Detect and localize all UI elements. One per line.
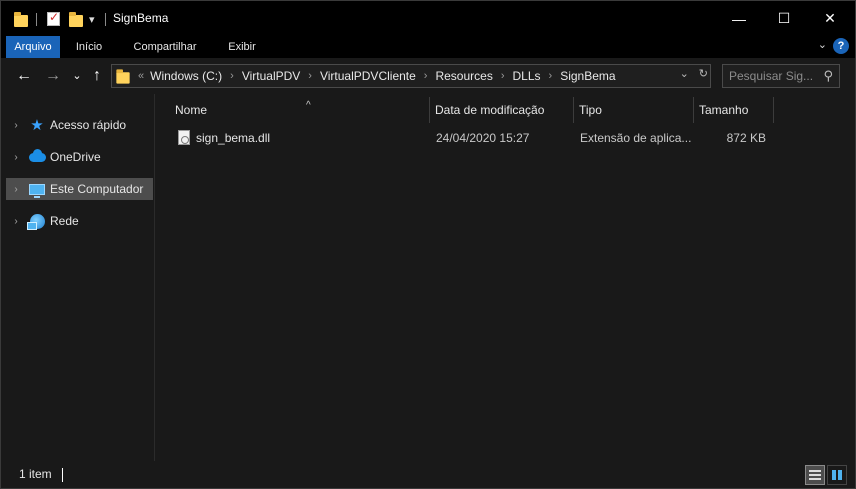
column-divider[interactable] — [773, 97, 774, 123]
tab-exibir[interactable]: Exibir — [217, 36, 267, 58]
explorer-window: ▾ SignBema — ☐ ✕ Arquivo Início Comparti… — [0, 0, 856, 489]
checkmark-icon — [47, 10, 60, 26]
file-row[interactable]: sign_bema.dll 24/04/2020 15:27 Extensão … — [171, 127, 779, 149]
tab-inicio[interactable]: Início — [64, 36, 114, 58]
breadcrumb-windows-c[interactable]: Windows (C:) — [150, 69, 222, 83]
column-header-label: Nome — [175, 103, 208, 117]
breadcrumb-dlls[interactable]: DLLs — [513, 69, 541, 83]
navigation-bar: ← → ⌄ ↑ « Windows (C:) › VirtualPDV › Vi… — [1, 58, 855, 94]
expand-chevron-icon[interactable]: › — [9, 120, 23, 131]
recent-locations-button[interactable]: ⌄ — [67, 67, 87, 85]
computer-icon — [28, 181, 46, 198]
breadcrumb-signbema[interactable]: SignBema — [560, 69, 615, 83]
toolbar-separator — [36, 13, 37, 26]
expand-chevron-icon[interactable]: › — [9, 184, 23, 195]
column-header-name[interactable]: ^ Nome — [169, 97, 429, 123]
details-view-button[interactable] — [805, 465, 825, 485]
network-icon — [26, 213, 46, 230]
folder-icon — [116, 68, 130, 84]
column-header-size[interactable]: Tamanho — [693, 97, 773, 123]
large-icons-view-icon — [832, 470, 842, 480]
sidebar-item-label: Rede — [50, 214, 79, 228]
ribbon-tabs: Arquivo Início Compartilhar Exibir ⌄ ? — [1, 36, 855, 58]
search-icon[interactable]: ⚲ — [823, 68, 833, 84]
tab-compartilhar[interactable]: Compartilhar — [121, 36, 209, 58]
expand-chevron-icon[interactable]: › — [9, 152, 23, 163]
address-bar[interactable]: « Windows (C:) › VirtualPDV › VirtualPDV… — [111, 64, 711, 88]
sidebar-item-rede[interactable]: › Rede — [6, 210, 153, 232]
overflow-chevron[interactable]: « — [138, 70, 144, 82]
sidebar-item-label: OneDrive — [50, 150, 101, 164]
folder-icon — [14, 10, 28, 28]
column-header-date[interactable]: Data de modificação — [429, 97, 573, 123]
sidebar-item-este-computador[interactable]: › Este Computador — [6, 178, 153, 200]
file-date: 24/04/2020 15:27 — [436, 131, 530, 145]
breadcrumb-virtualpdv[interactable]: VirtualPDV — [242, 69, 300, 83]
star-icon: ★ — [30, 117, 44, 134]
close-button[interactable]: ✕ — [807, 1, 853, 36]
maximize-button[interactable]: ☐ — [761, 1, 807, 36]
breadcrumb-resources[interactable]: Resources — [435, 69, 492, 83]
breadcrumb-separator[interactable]: › — [549, 70, 553, 82]
large-icons-view-button[interactable] — [827, 465, 847, 485]
refresh-icon[interactable]: ↻ — [699, 67, 708, 80]
back-button[interactable]: ← — [14, 67, 34, 85]
column-header-type[interactable]: Tipo — [573, 97, 693, 123]
cloud-icon — [28, 148, 46, 165]
search-box[interactable]: ⚲ — [722, 64, 840, 88]
breadcrumb-separator[interactable]: › — [501, 70, 505, 82]
breadcrumb-virtualpdvcliente[interactable]: VirtualPDVCliente — [320, 69, 416, 83]
details-view-icon — [809, 470, 821, 480]
properties-button[interactable] — [47, 10, 60, 28]
search-input[interactable] — [729, 69, 813, 83]
address-dropdown-icon[interactable]: ⌄ — [680, 67, 689, 80]
customize-toolbar-button[interactable]: ▾ — [89, 10, 95, 28]
status-divider — [62, 468, 63, 482]
toolbar-separator — [105, 13, 106, 26]
breadcrumb-separator[interactable]: › — [308, 70, 312, 82]
minimize-button[interactable]: — — [716, 1, 762, 36]
expand-ribbon-icon[interactable]: ⌄ — [818, 38, 827, 51]
window-title: SignBema — [113, 11, 169, 25]
title-bar: ▾ SignBema — ☐ ✕ — [1, 1, 855, 36]
item-count: 1 item — [19, 467, 52, 481]
sidebar-item-onedrive[interactable]: › OneDrive — [6, 146, 153, 168]
sidebar-item-acesso-rapido[interactable]: › ★ Acesso rápido — [6, 114, 153, 136]
dll-file-icon — [178, 130, 190, 145]
help-icon[interactable]: ? — [833, 38, 849, 54]
file-size: 872 KB — [726, 131, 766, 145]
sidebar-item-label: Este Computador — [50, 182, 144, 196]
sort-ascending-icon: ^ — [306, 100, 311, 111]
up-button[interactable]: ↑ — [87, 67, 107, 85]
new-folder-button[interactable] — [69, 10, 83, 28]
file-type: Extensão de aplica... — [580, 131, 692, 145]
sidebar-item-label: Acesso rápido — [50, 118, 127, 132]
forward-button[interactable]: → — [43, 67, 63, 85]
status-bar: 1 item — [1, 461, 855, 488]
breadcrumb-separator[interactable]: › — [230, 70, 234, 82]
navigation-pane: › ★ Acesso rápido › OneDrive › Este Comp… — [1, 94, 155, 461]
file-list: ^ Nome Data de modificação Tipo Tamanho … — [156, 94, 855, 461]
expand-chevron-icon[interactable]: › — [9, 216, 23, 227]
breadcrumb-separator[interactable]: › — [424, 70, 428, 82]
tab-arquivo[interactable]: Arquivo — [6, 36, 60, 58]
file-name[interactable]: sign_bema.dll — [196, 127, 270, 149]
